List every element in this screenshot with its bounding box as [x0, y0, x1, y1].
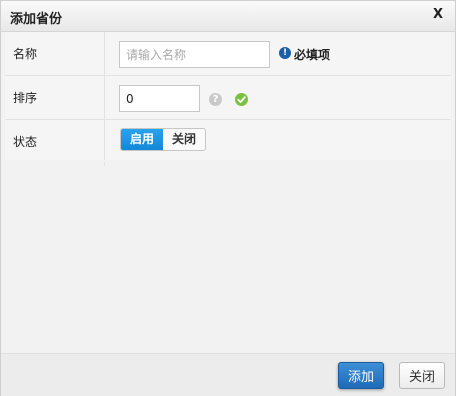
- status-label: 状态: [13, 135, 38, 149]
- sort-input[interactable]: [119, 85, 200, 112]
- dialog-footer: 添加 关闭: [1, 353, 455, 396]
- divider: [104, 162, 105, 166]
- dialog-title: 添加省份: [10, 12, 63, 27]
- name-label: 名称: [13, 47, 38, 61]
- add-button[interactable]: 添加: [338, 362, 384, 389]
- value-cell: ! 必填项: [105, 32, 451, 75]
- form-row-name: 名称 ! 必填项: [5, 32, 451, 76]
- close-icon[interactable]: X: [433, 7, 443, 22]
- add-province-dialog: 添加省份 X 名称 ! 必填项 排序 ?: [0, 0, 456, 396]
- status-toggle-on[interactable]: 启用: [121, 129, 163, 150]
- label-cell: 名称: [5, 32, 105, 75]
- form-row-sort: 排序 ?: [5, 76, 451, 120]
- status-toggle-off[interactable]: 关闭: [163, 129, 205, 150]
- check-icon: [235, 93, 248, 106]
- form-row-status: 状态 启用 关闭: [5, 120, 451, 160]
- dialog-body-empty: [5, 162, 451, 352]
- value-cell: ?: [105, 76, 451, 119]
- help-icon[interactable]: ?: [209, 93, 222, 106]
- label-cell: 状态: [5, 120, 105, 160]
- name-input[interactable]: [119, 41, 270, 68]
- dialog-titlebar: 添加省份 X: [1, 1, 455, 32]
- sort-label: 排序: [13, 91, 38, 105]
- value-cell: 启用 关闭: [105, 120, 451, 160]
- required-text: 必填项: [294, 48, 331, 62]
- info-icon: !: [279, 47, 291, 59]
- province-form: 名称 ! 必填项 排序 ?: [5, 32, 451, 162]
- status-toggle[interactable]: 启用 关闭: [120, 128, 206, 151]
- close-button[interactable]: 关闭: [399, 362, 445, 389]
- label-cell: 排序: [5, 76, 105, 119]
